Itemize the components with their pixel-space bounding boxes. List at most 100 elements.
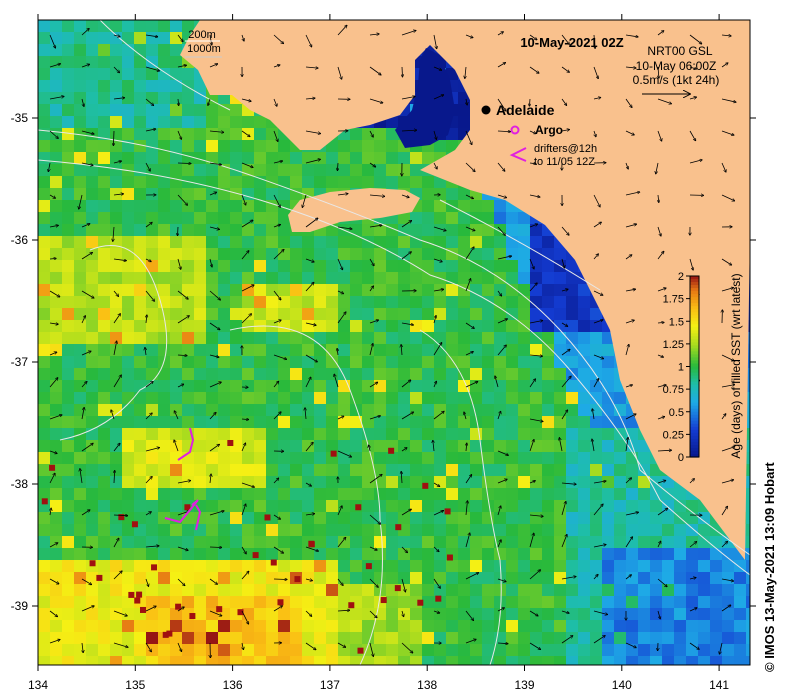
sst-cell [218,644,231,657]
sst-cell [50,128,63,141]
sst-cell [530,260,543,273]
sst-cell [446,632,459,645]
sst-cell [530,272,543,285]
sst-cell [530,596,543,609]
sst-cell [38,344,51,357]
sst-cell [314,416,327,429]
sst-cell [362,596,375,609]
sst-cell [254,224,267,237]
sst-stale-cell [446,554,453,561]
sst-cell [158,32,171,45]
sst-cell [134,392,147,405]
sst-cell [398,440,411,453]
sst-cell [230,356,243,369]
sst-cell [50,548,63,561]
sst-cell [218,116,231,129]
sst-cell [290,356,303,369]
sst-cell [470,344,483,357]
sst-cell [146,500,159,513]
sst-cell [206,428,219,441]
sst-cell [530,524,543,537]
sst-cell [170,188,183,201]
sst-cell [254,152,267,165]
sst-cell [410,284,423,297]
sst-cell [206,272,219,285]
sst-cell [50,32,63,45]
sst-cell [542,632,555,645]
sst-cell [326,488,339,501]
sst-cell [626,608,639,621]
sst-cell [86,248,99,261]
sst-cell [326,236,339,249]
sst-cell [410,500,423,513]
sst-cell [182,584,195,597]
sst-cell [674,620,687,633]
sst-cell [98,248,111,261]
sst-cell [602,380,615,393]
sst-cell [662,596,675,609]
sst-cell [74,176,87,189]
sst-cell [638,488,651,501]
sst-cell [446,332,459,345]
sst-cell [242,452,255,465]
sst-cell [734,644,747,657]
sst-cell [38,332,51,345]
sst-cell [194,200,207,213]
sst-cell [158,656,171,665]
sst-cell [290,404,303,417]
sst-cell [326,560,339,573]
sst-cell [110,464,123,477]
sst-cell [338,368,351,381]
sst-cell [470,320,483,333]
sst-stale-cell [264,514,271,521]
sst-cell [386,296,399,309]
sst-cell [374,152,387,165]
sst-cell [410,548,423,561]
sst-cell [554,632,567,645]
sst-cell [554,536,567,549]
y-tick-label: -36 [11,233,29,247]
sst-cell [278,320,291,333]
sst-cell [74,284,87,297]
sst-cell [602,464,615,477]
sst-cell [62,200,75,213]
sst-cell [290,236,303,249]
sst-cell [590,440,603,453]
sst-cell [446,476,459,489]
sst-cell [350,488,363,501]
sst-cell [62,116,75,129]
sst-cell [458,260,471,273]
sst-cell [74,488,87,501]
sst-cell [506,440,519,453]
sst-cell [458,188,471,201]
sst-cell [38,272,51,285]
sst-cell [578,596,591,609]
sst-cell [422,620,435,633]
sst-cell [350,308,363,321]
sst-cell [158,236,171,249]
sst-cell [218,356,231,369]
sst-cell [314,596,327,609]
sst-cell [578,344,591,357]
sst-cell [110,656,123,665]
sst-cell [470,356,483,369]
sst-cell [218,296,231,309]
sst-cell [278,428,291,441]
sst-cell [362,140,375,153]
sst-cell [62,452,75,465]
sst-cell [206,404,219,417]
sst-cell [290,176,303,189]
sst-cell [470,296,483,309]
sst-cell [218,224,231,237]
sst-cell [530,428,543,441]
sst-cell [170,368,183,381]
sst-cell [326,416,339,429]
sst-cell [38,380,51,393]
sst-cell [86,44,99,57]
sst-cell [554,476,567,489]
sst-cell [314,296,327,309]
sst-cell [554,644,567,657]
sst-cell [638,608,651,621]
sst-cell [662,548,675,561]
sst-cell [242,524,255,537]
